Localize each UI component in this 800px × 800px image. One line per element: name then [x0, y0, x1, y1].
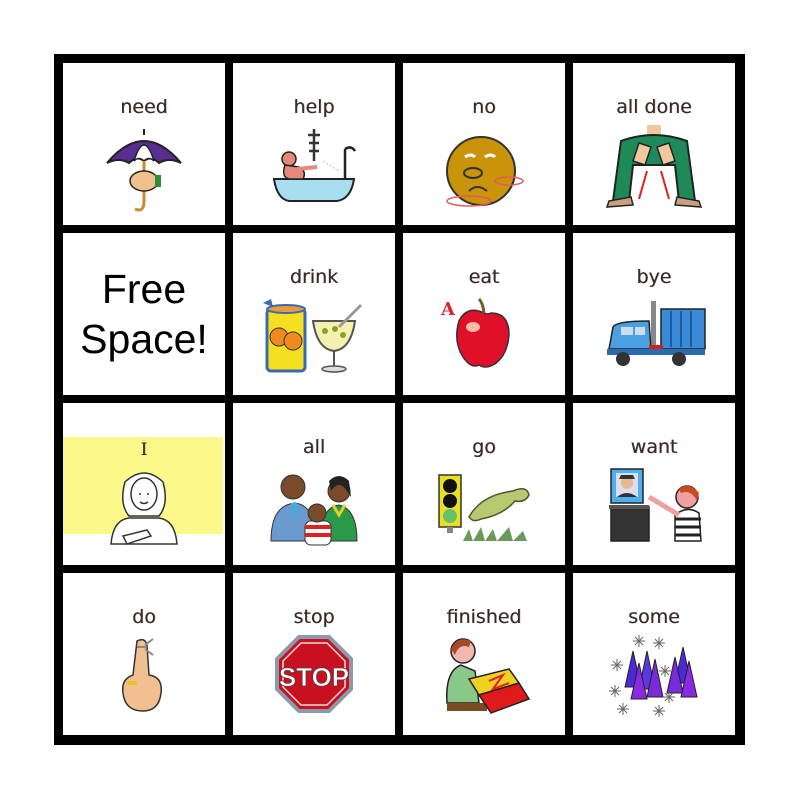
boy-folding-icon [446, 638, 531, 714]
stop-sign-text: STOP [279, 662, 349, 692]
bingo-cell-need[interactable]: need [63, 63, 225, 225]
free-space-line1: Free [101, 266, 187, 312]
cones-sparkles-icon [609, 635, 698, 717]
free-space-line2: Space! [80, 316, 208, 362]
bingo-cell-help[interactable]: help [233, 63, 395, 225]
cell-label: drink [289, 266, 339, 288]
traffic-light-frog-icon [438, 474, 530, 541]
cell-label: finished [446, 606, 522, 628]
can-and-glass-icon [263, 299, 363, 373]
cell-label: bye [636, 266, 672, 288]
cell-label: need [120, 96, 168, 118]
cell-label: eat [468, 266, 500, 288]
bingo-cell-eat[interactable]: eat A [403, 233, 565, 395]
bingo-cell-all-done[interactable]: all done [573, 63, 735, 225]
cell-label: all [302, 436, 326, 458]
person-bathtub-icon [272, 129, 357, 202]
bingo-cell-no[interactable]: no [403, 63, 565, 225]
cell-label: stop [293, 606, 335, 628]
family-icon [270, 474, 358, 546]
cell-label: I [140, 440, 148, 460]
bingo-cell-do[interactable]: do [63, 573, 225, 735]
finger-string-icon [121, 638, 162, 712]
bingo-cell-finished[interactable]: finished [403, 573, 565, 735]
bingo-cell-all[interactable]: all [233, 403, 395, 565]
cell-label: help [293, 96, 335, 118]
apple-letter-badge: A [440, 299, 456, 320]
bingo-cell-want[interactable]: want [573, 403, 735, 565]
cell-label: some [628, 606, 680, 628]
boy-pointing-icon [609, 468, 702, 542]
cell-label: go [472, 436, 496, 458]
woman-pointing-self-icon [110, 472, 178, 545]
umbrella-hand-icon [106, 129, 182, 212]
shaking-head-icon [446, 136, 524, 207]
bingo-cell-bye[interactable]: bye [573, 233, 735, 395]
bingo-cell-some[interactable]: some [573, 573, 735, 735]
truck-icon [607, 301, 706, 366]
bingo-cell-i[interactable]: I [63, 403, 225, 565]
cell-label: no [472, 96, 496, 118]
cell-label: do [132, 606, 156, 628]
bingo-cell-drink[interactable]: drink [233, 233, 395, 395]
cell-label: all done [616, 96, 692, 118]
bingo-cell-stop[interactable]: stop STOP [233, 573, 395, 735]
stop-sign-icon: STOP [275, 635, 353, 713]
bingo-cell-go[interactable]: go [403, 403, 565, 565]
bingo-cell-free-space[interactable]: Free Space! [63, 233, 225, 395]
bingo-board: need help no all done Free Space! drink … [54, 54, 745, 745]
all-done-sign-icon [605, 125, 703, 208]
cell-label: want [630, 436, 678, 458]
apple-icon: A [440, 297, 510, 368]
